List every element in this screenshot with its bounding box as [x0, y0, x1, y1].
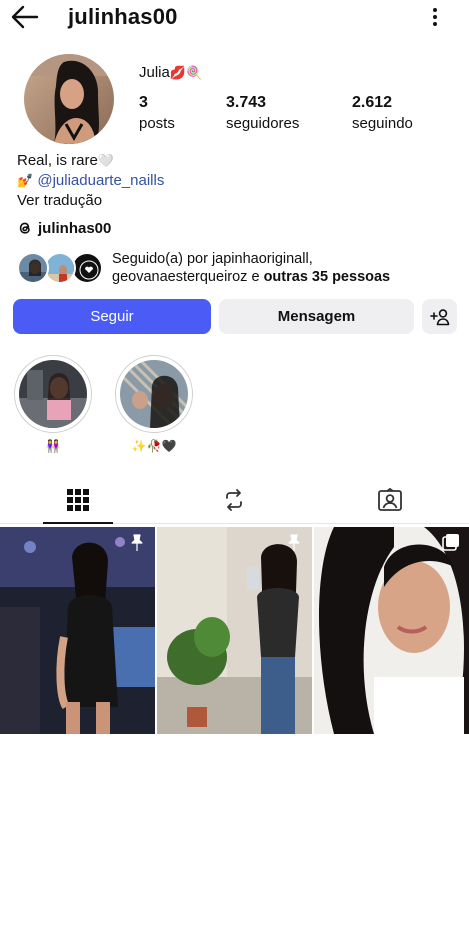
profile-avatar[interactable]: [24, 54, 114, 144]
stat-following[interactable]: 2.612 seguindo: [352, 94, 413, 132]
posts-grid: [0, 527, 469, 734]
more-options-button[interactable]: [424, 6, 446, 28]
stat-followers[interactable]: 3.743 seguidores: [226, 94, 299, 132]
highlight-2-label: ✨🥀🖤: [131, 439, 177, 453]
post-1-image: [0, 527, 155, 734]
highlight-1-label: 👭: [45, 439, 61, 453]
bio-nails-emoji: 💅: [17, 174, 34, 189]
threads-link[interactable]: julinhas00: [17, 218, 111, 238]
page-title: julinhas00: [68, 4, 178, 29]
display-name-emoji: 💋🍭: [169, 66, 203, 81]
highlight-2-ring: [115, 355, 193, 433]
bio-line-1: Real, is rare🤍: [17, 151, 164, 171]
active-tab-indicator: [43, 522, 113, 524]
followers-label: seguidores: [226, 115, 300, 132]
display-name: Julia💋🍭: [139, 64, 202, 81]
bio-heart-emoji: 🤍: [97, 154, 115, 169]
translate-link[interactable]: Ver tradução: [17, 191, 164, 210]
reels-repost-icon: [226, 489, 242, 511]
highlight-1[interactable]: 👭: [13, 355, 93, 453]
top-bar: julinhas00: [0, 0, 469, 36]
post-3-image: [314, 527, 469, 734]
pin-icon: [131, 534, 143, 551]
add-user-icon: [429, 308, 449, 325]
highlight-2-cover: [120, 360, 188, 428]
arrow-left-icon: [11, 5, 39, 29]
follower-avatar-1: [17, 252, 49, 284]
back-button[interactable]: [10, 4, 40, 30]
post-2[interactable]: [157, 527, 312, 734]
posts-label: posts: [139, 115, 175, 132]
post-1[interactable]: [0, 527, 155, 734]
bio-mention-link[interactable]: @juliaduarte_naills: [37, 172, 164, 189]
tagged-icon: [378, 488, 402, 511]
more-vertical-icon: [433, 8, 437, 26]
profile-bio: Real, is rare🤍 💅 @juliaduarte_naills Ver…: [17, 151, 164, 210]
followers-count: 3.743: [226, 94, 267, 111]
display-name-text: Julia: [139, 64, 170, 81]
following-label: seguindo: [352, 115, 413, 132]
tab-tagged[interactable]: [312, 476, 468, 524]
threads-icon: [19, 222, 30, 234]
followed-by-text: Seguido(a) por japinhaoriginall, geovana…: [112, 251, 391, 285]
stat-posts[interactable]: 3 posts: [139, 94, 175, 132]
highlight-2[interactable]: ✨🥀🖤: [114, 355, 194, 453]
post-3[interactable]: [314, 527, 469, 734]
post-2-image: [157, 527, 312, 734]
following-count: 2.612: [352, 94, 393, 111]
multiple-icon: [442, 534, 459, 551]
grid-icon: [67, 489, 89, 511]
suggest-users-button[interactable]: [422, 299, 457, 334]
pin-icon: [288, 534, 300, 551]
bio-text: Real, is rare: [17, 152, 98, 169]
profile-tabs: [0, 476, 469, 524]
bio-line-2: 💅 @juliaduarte_naills: [17, 171, 164, 191]
highlight-1-cover: [19, 360, 87, 428]
posts-count: 3: [139, 94, 148, 111]
threads-handle: julinhas00: [38, 219, 112, 237]
tab-reposts[interactable]: [156, 476, 312, 524]
followed-by-row[interactable]: Seguido(a) por japinhaoriginall, geovana…: [17, 250, 457, 286]
message-button[interactable]: Mensagem: [219, 299, 414, 334]
follow-button[interactable]: Seguir: [13, 299, 211, 334]
tab-posts-grid[interactable]: [0, 476, 156, 524]
highlight-1-ring: [14, 355, 92, 433]
